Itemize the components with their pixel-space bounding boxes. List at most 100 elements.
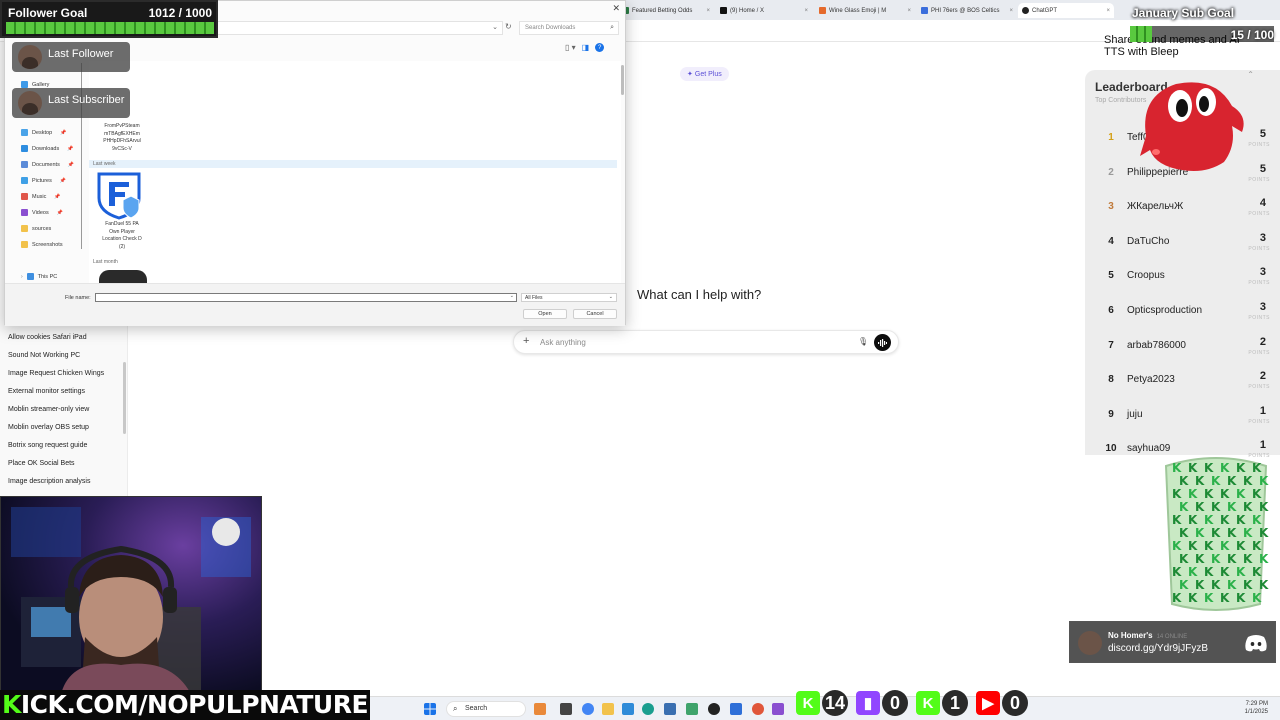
chat-history-item[interactable]: Place OK Social Bets [8,460,75,467]
chat-history-item[interactable]: External monitor settings [8,388,85,395]
view-options-icon[interactable]: ▯ ▾ [565,43,576,52]
leaderboard-points-label: POINTS [1248,176,1270,183]
desktop-icon [21,129,28,136]
refresh-icon[interactable]: ↻ [505,22,512,31]
sidebar-scrollbar[interactable] [123,362,126,434]
viewer-count: 1 [942,690,968,716]
app-icon[interactable] [752,703,764,715]
dialog-scrollbar[interactable] [621,65,624,95]
app-icon[interactable] [664,703,676,715]
app-icon[interactable] [686,703,698,715]
attach-plus-icon[interactable]: + [523,335,529,347]
kick-logo-icon: K [1236,513,1246,527]
windows-start-icon[interactable] [424,703,436,715]
nav-item-gallery[interactable]: Gallery [21,81,49,88]
dialog-file-list: FromPvPSteam mTBAgfEXHEm PHHpDFhSArvul 9… [89,61,621,283]
chat-history-item[interactable]: Image Request Chicken Wings [8,370,104,377]
preview-pane-icon[interactable]: ◨ [582,43,590,52]
voice-mode-button[interactable] [874,334,891,351]
edge-icon[interactable] [642,703,654,715]
nav-item-documents[interactable]: Documents 📌 [21,161,74,168]
help-icon[interactable]: ? [595,43,605,52]
leaderboard-username: arbab786000 [1127,339,1186,351]
tab-76ers-celtics[interactable]: PHI 76ers @ BOS Celtics × [917,3,1017,18]
nav-item-videos[interactable]: Videos 📌 [21,209,63,216]
chat-history-item[interactable]: Image description analysis [8,478,91,485]
chat-input[interactable]: + Ask anything 🎙 [513,330,899,354]
close-icon[interactable]: × [804,8,808,14]
dialog-search-input[interactable]: Search Downloads ⌕ [519,21,619,35]
file-thumbnail[interactable] [99,270,147,283]
nav-item-sources[interactable]: sources [21,225,51,232]
tab-wine-glass-emoji[interactable]: Wine Glass Emoji | M × [815,3,915,18]
window-controls-icon: ⌃ [1247,70,1254,79]
nav-item-desktop[interactable]: Desktop 📌 [21,129,66,136]
kick-logo-icon: K [1220,461,1230,475]
kick-logo-icon: K [1172,539,1182,553]
file-name-field-label: File name: [65,295,91,301]
chat-history-item[interactable]: Botrix song request guide [8,442,87,449]
fanduel-file-icon[interactable] [97,172,141,220]
leaderboard-points-label: POINTS [1248,418,1270,425]
system-clock[interactable]: 7:29 PM 1/1/2025 [1245,700,1268,716]
kick-logo-icon: K [1179,578,1189,592]
leaderboard-points: 5 [1259,162,1266,175]
close-icon[interactable]: × [1106,8,1110,14]
nav-item-label: Pictures [32,177,52,184]
nav-item-screenshots[interactable]: Screenshots [21,241,63,248]
follower-goal-widget: Follower Goal 1012 / 1000 [0,0,218,38]
leaderboard-username: Croopus [1127,270,1165,282]
nav-item-this-pc[interactable]: › This PC [21,273,57,280]
obs-icon[interactable] [708,703,720,715]
discord-invite-link[interactable]: discord.gg/Ydr9jJFyzB [1108,643,1208,654]
close-icon[interactable]: × [1009,8,1013,14]
file-name-label[interactable]: FromPvPSteam mTBAgfEXHEm PHHpDFhSArvul 9… [97,123,147,153]
app-icon[interactable] [730,703,742,715]
chat-history-item[interactable]: Allow cookies Safari iPad [8,334,87,341]
app-icon[interactable] [622,703,634,715]
app-icon[interactable] [772,703,784,715]
tab-betting-odds[interactable]: Featured Betting Odds × [618,3,714,18]
file-type-select[interactable]: All Files ⌄ [521,293,617,302]
nav-item-pictures[interactable]: Pictures 📌 [21,177,66,184]
sub-goal-label: January Sub Goal [1132,6,1235,20]
task-view-icon[interactable] [560,703,572,715]
chat-history-item[interactable]: Moblin streamer-only view [8,406,89,413]
pictures-icon [21,177,28,184]
chat-history-item[interactable]: Moblin overlay OBS setup [8,424,89,431]
close-icon[interactable]: × [907,8,911,14]
get-plus-button[interactable]: ✦ Get Plus [680,67,729,81]
nav-item-music[interactable]: Music 📌 [21,193,61,200]
viewer-counters: K 14 ▮ 0 K 1 ▶ 0 [796,688,1028,720]
leaderboard-row: 8 Petya2023 2 POINTS [1085,370,1280,408]
chevron-down-icon[interactable]: ⌄ [492,23,498,31]
taskbar-search-input[interactable]: ⌕ Search [446,701,526,717]
leaderboard-rank: 3 [1108,201,1114,213]
tab-x-home[interactable]: (9) Home / X × [716,3,812,18]
chat-history-item[interactable]: Sound Not Working PC [8,352,80,359]
cancel-button[interactable]: Cancel [573,309,617,319]
file-name-label[interactable]: FanDuel 55 PA Own Player Location Check … [97,221,147,251]
kick-logo-icon: K [1195,474,1205,488]
microphone-icon[interactable]: 🎙 [858,337,868,346]
open-button[interactable]: Open [523,309,567,319]
leaderboard-username: juju [1127,408,1143,420]
kick-logo-icon: K [1236,591,1246,605]
leaderboard-rank: 5 [1108,270,1114,282]
kick-banner-prefix: K [2,690,21,719]
kick-logo-icon: K [1211,552,1221,566]
tab-chatgpt[interactable]: ChatGPT × [1018,3,1114,18]
folder-icon [21,241,28,248]
close-icon[interactable]: × [706,8,710,14]
close-icon[interactable]: ✕ [612,3,620,14]
viewer-count: 0 [1002,690,1028,716]
file-name-input[interactable]: ⌄ [95,293,517,302]
group-header-last-month[interactable]: Last month [93,259,118,265]
group-header-last-week[interactable]: Last week [89,160,617,168]
chevron-right-icon[interactable]: › [21,274,23,280]
file-explorer-icon[interactable] [602,703,614,715]
chevron-down-icon[interactable]: ⌄ [510,293,514,299]
chrome-icon[interactable] [582,703,594,715]
widgets-icon[interactable] [534,703,546,715]
nav-item-downloads[interactable]: Downloads 📌 [21,145,73,152]
